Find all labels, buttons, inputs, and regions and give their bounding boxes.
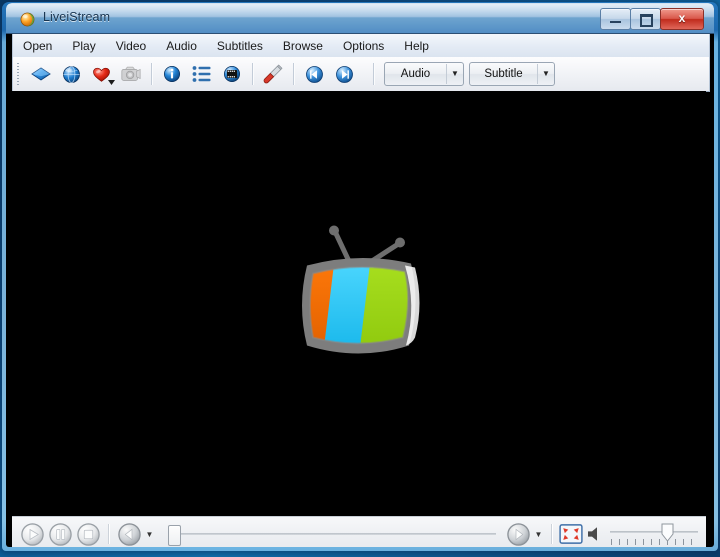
retro-tv-logo	[279, 221, 439, 386]
menu-item-play[interactable]: Play	[63, 36, 104, 56]
snapshot-camera-icon	[121, 66, 141, 81]
toolbar-gripper[interactable]	[16, 63, 23, 85]
fullscreen-icon	[559, 524, 583, 544]
previous-button[interactable]	[115, 520, 143, 547]
seek-track[interactable]	[172, 533, 496, 535]
maximize-button[interactable]	[630, 8, 661, 30]
menu-item-help[interactable]: Help	[395, 36, 438, 56]
seek-thumb[interactable]	[168, 525, 181, 546]
audio-track-dropdown[interactable]: Audio ▼	[384, 62, 464, 86]
toolbar-separator	[252, 63, 253, 85]
subtitle-track-dropdown[interactable]: Subtitle ▼	[469, 62, 555, 86]
playlist-button[interactable]	[187, 60, 217, 88]
minimize-icon	[610, 21, 621, 23]
speaker-icon	[588, 527, 597, 541]
menu-item-options[interactable]: Options	[334, 36, 393, 56]
window-title: LiveiStream	[43, 10, 111, 24]
close-icon: x	[678, 11, 686, 25]
record-button[interactable]	[217, 60, 247, 88]
record-film-icon	[224, 66, 240, 82]
play-button[interactable]	[18, 520, 46, 547]
tv-app-icon	[20, 12, 35, 27]
title-bar[interactable]: LiveiStream x	[6, 3, 714, 34]
previous-track-icon	[305, 65, 323, 83]
stop-button[interactable]	[74, 520, 102, 547]
volume-thumb[interactable]	[661, 523, 674, 542]
pause-icon	[48, 522, 72, 546]
previous-track-button[interactable]	[299, 60, 329, 88]
menu-item-open[interactable]: Open	[14, 36, 61, 56]
playlist-icon	[192, 66, 211, 82]
previous-dropdown-arrow-icon[interactable]: ▼	[143, 521, 156, 547]
next-track-icon	[335, 65, 353, 83]
toolbar-separator	[151, 63, 152, 85]
seek-slider[interactable]	[160, 520, 500, 547]
minimize-button[interactable]	[600, 8, 631, 30]
desktop-background: LiveiStream x Open Play Video Audio Subt…	[0, 0, 720, 557]
close-button[interactable]: x	[660, 8, 704, 30]
application-window: LiveiStream x Open Play Video Audio Subt…	[6, 3, 714, 547]
subtitle-dropdown-label: Subtitle	[484, 68, 523, 80]
volume-track[interactable]	[610, 531, 698, 533]
chevron-down-icon: ▼	[537, 64, 554, 84]
mute-button[interactable]	[584, 520, 608, 547]
media-info-icon	[164, 66, 180, 82]
next-button[interactable]	[504, 520, 532, 547]
menu-item-video[interactable]: Video	[107, 36, 155, 56]
toolbar: Audio ▼ Subtitle ▼	[12, 57, 710, 92]
menu-bar: Open Play Video Audio Subtitles Browse O…	[12, 34, 710, 58]
preferences-icon	[263, 64, 283, 84]
media-info-button[interactable]	[157, 60, 187, 88]
favorites-dropdown-arrow-icon[interactable]	[108, 80, 115, 86]
preferences-button[interactable]	[258, 60, 288, 88]
toolbar-separator	[373, 63, 374, 85]
chevron-down-icon: ▼	[446, 64, 463, 84]
stop-icon	[76, 522, 100, 546]
audio-dropdown-label: Audio	[400, 68, 431, 80]
open-disc-button[interactable]	[26, 60, 56, 88]
previous-icon	[117, 522, 141, 546]
playback-control-bar: ▼ ▼	[12, 516, 706, 547]
next-track-button[interactable]	[329, 60, 359, 88]
fullscreen-button[interactable]	[558, 520, 584, 547]
pause-button[interactable]	[46, 520, 74, 547]
open-disc-icon	[31, 67, 51, 81]
favorites-button[interactable]	[86, 60, 116, 88]
client-area: Open Play Video Audio Subtitles Browse O…	[6, 33, 714, 547]
open-network-icon	[62, 65, 80, 83]
maximize-icon	[640, 14, 653, 27]
next-icon	[506, 522, 530, 546]
next-dropdown-arrow-icon[interactable]: ▼	[532, 521, 545, 547]
menu-item-audio[interactable]: Audio	[157, 36, 206, 56]
volume-slider[interactable]	[608, 520, 700, 547]
control-separator	[551, 524, 552, 544]
control-separator	[108, 524, 109, 544]
video-display-area[interactable]	[12, 91, 706, 516]
volume-ticks	[611, 539, 697, 545]
menu-item-subtitles[interactable]: Subtitles	[208, 36, 272, 56]
open-network-button[interactable]	[56, 60, 86, 88]
toolbar-separator	[293, 63, 294, 85]
menu-item-browse[interactable]: Browse	[274, 36, 332, 56]
snapshot-button[interactable]	[116, 60, 146, 88]
play-icon	[20, 522, 44, 546]
